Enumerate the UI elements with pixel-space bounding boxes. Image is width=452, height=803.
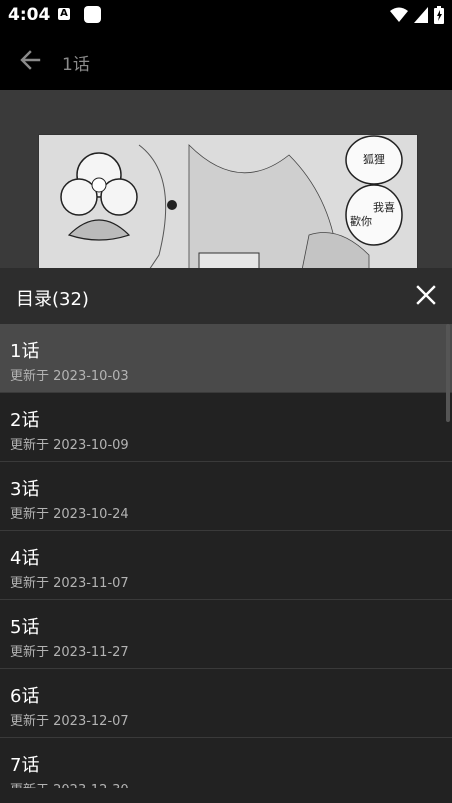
- back-button[interactable]: [14, 44, 46, 76]
- chapter-item-4[interactable]: 4话 更新于 2023-11-07: [0, 531, 452, 600]
- chapter-date: 更新于 2023-11-07: [10, 576, 129, 591]
- chapter-name: 6话: [10, 686, 40, 707]
- signal-icon: [414, 7, 428, 23]
- chapter-date: 更新于 2023-12-30: [10, 779, 129, 788]
- chapter-date: 更新于 2023-10-03: [10, 369, 129, 384]
- list-scrollbar[interactable]: [446, 324, 450, 422]
- chapter-title: 1话: [62, 55, 90, 75]
- chapter-name: 2话: [10, 410, 40, 431]
- speech-bubble-text-3: 歡你: [350, 214, 372, 228]
- chapter-item-3[interactable]: 3话 更新于 2023-10-24: [0, 462, 452, 531]
- battery-icon: [434, 6, 444, 24]
- manga-reader-area[interactable]: 狐狸 我喜 歡你: [0, 90, 452, 270]
- chapter-item-7[interactable]: 7话 更新于 2023-12-30: [0, 738, 452, 788]
- sheet-header: 目录(32): [0, 268, 452, 324]
- chapter-date: 更新于 2023-10-24: [10, 507, 129, 522]
- close-icon: [416, 285, 436, 305]
- wifi-icon: [390, 7, 408, 22]
- chapter-item-5[interactable]: 5话 更新于 2023-11-27: [0, 600, 452, 669]
- chapter-item-2[interactable]: 2话 更新于 2023-10-09: [0, 393, 452, 462]
- chapter-list[interactable]: 1话 更新于 2023-10-03 2话 更新于 2023-10-09 3话 更…: [0, 324, 452, 788]
- app-notification-icon: A: [58, 8, 70, 20]
- chapter-name: 1话: [10, 341, 40, 362]
- chapter-name: 7话: [10, 755, 40, 776]
- chapter-list-sheet: 目录(32) 1话 更新于 2023-10-03 2话 更新于 2023-10-…: [0, 268, 452, 803]
- close-button[interactable]: [412, 281, 440, 309]
- status-time: 4:04: [8, 5, 51, 25]
- speech-bubble-text-1: 狐狸: [363, 152, 385, 166]
- chapter-date: 更新于 2023-10-09: [10, 438, 129, 453]
- status-bar: 4:04 A: [0, 0, 452, 30]
- manga-page-image: 狐狸 我喜 歡你: [38, 134, 418, 270]
- arrow-left-icon: [20, 50, 41, 70]
- speech-bubble-text-2: 我喜: [373, 201, 395, 214]
- chapter-item-6[interactable]: 6话 更新于 2023-12-07: [0, 669, 452, 738]
- chapter-date: 更新于 2023-11-27: [10, 645, 129, 660]
- chapter-name: 4话: [10, 548, 40, 569]
- chapter-name: 3话: [10, 479, 40, 500]
- sheet-title: 目录(32): [16, 289, 89, 310]
- status-icons: [390, 6, 444, 24]
- chapter-date: 更新于 2023-12-07: [10, 714, 129, 729]
- app-square-icon: [84, 6, 101, 23]
- chapter-item-1[interactable]: 1话 更新于 2023-10-03: [0, 324, 452, 393]
- chapter-name: 5话: [10, 617, 40, 638]
- manga-artwork: 狐狸 我喜 歡你: [39, 135, 417, 270]
- top-toolbar: 1话: [0, 30, 452, 90]
